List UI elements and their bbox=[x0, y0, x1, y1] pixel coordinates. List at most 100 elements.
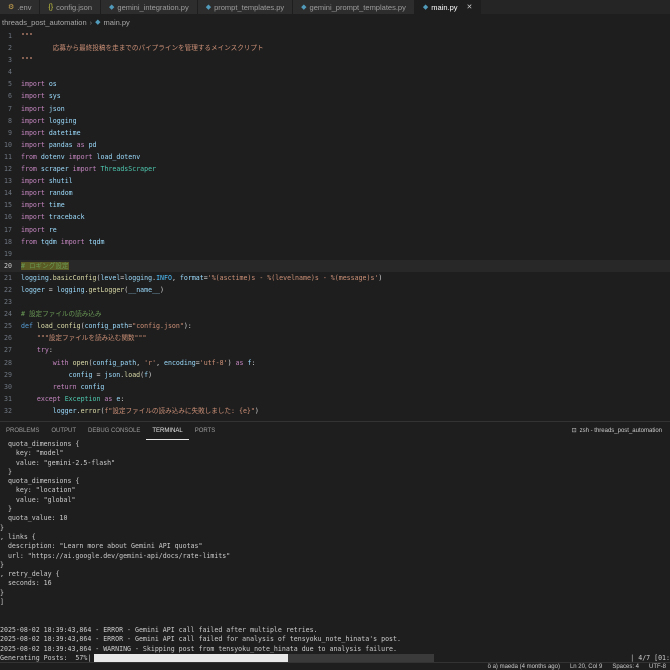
code-text: logger = logging.getLogger(__name__) bbox=[21, 285, 164, 294]
code-line[interactable]: 24 # 設定ファイルの読み込み bbox=[0, 308, 670, 320]
code-line[interactable]: 20 # ロギング設定 bbox=[0, 259, 670, 272]
code-line[interactable]: 25 def load_config(config_path="config.js… bbox=[0, 320, 670, 332]
tab-main-py[interactable]: ◆ main.py ✕ bbox=[414, 0, 482, 14]
code-text: from dotenv import load_dotenv bbox=[21, 152, 141, 161]
code-text: with open(config_path, 'r', encoding='ut… bbox=[52, 358, 256, 367]
code-text: def load_config(config_path="config.json… bbox=[21, 322, 192, 331]
code-line[interactable]: 12 from scraper import ThreadsScraper bbox=[0, 163, 670, 175]
line-number: 30 bbox=[4, 382, 12, 391]
progress-row: Generating Posts: 57%| | 4/7 [01: bbox=[0, 654, 670, 662]
terminal-output[interactable]: quota_dimensions { key: "model" value: "… bbox=[0, 440, 670, 662]
panel-tab-terminal[interactable]: TERMINAL bbox=[146, 422, 189, 440]
code-line[interactable]: 17 import re bbox=[0, 224, 670, 236]
code-line[interactable]: 7 import json bbox=[0, 103, 670, 115]
encoding-status[interactable]: UTF-8 bbox=[649, 664, 666, 670]
code-text: import traceback bbox=[21, 213, 85, 222]
panel-tab-debug-console[interactable]: DEBUG CONSOLE bbox=[82, 422, 146, 440]
code-line[interactable]: 21 logging.basicConfig(level=logging.INFO… bbox=[0, 272, 670, 284]
breadcrumb-file[interactable]: main.py bbox=[104, 18, 130, 27]
breadcrumb-folder[interactable]: threads_post_automation bbox=[2, 18, 87, 27]
code-line[interactable]: 14 import random bbox=[0, 187, 670, 199]
line-number: 32 bbox=[4, 406, 12, 415]
terminal-instance[interactable]: ⊡ zsh - threads_post_automation bbox=[572, 422, 662, 440]
code-line[interactable]: 29 config = json.load(f) bbox=[0, 369, 670, 381]
panel-tab-ports[interactable]: PORTS bbox=[189, 422, 222, 440]
progress-count: | 4/7 [01: bbox=[630, 653, 670, 662]
terminal-line: quota_dimensions { bbox=[0, 477, 80, 486]
code-line[interactable]: 22 logger = logging.getLogger(__name__) bbox=[0, 284, 670, 296]
code-line[interactable]: 13 import shutil bbox=[0, 175, 670, 187]
tab-gemini-prompt-templates-py[interactable]: ◆ gemini_prompt_templates.py bbox=[293, 0, 415, 14]
line-number: 11 bbox=[4, 152, 12, 161]
code-line[interactable]: 3 """ bbox=[0, 54, 670, 66]
code-line[interactable]: 6 import sys bbox=[0, 90, 670, 102]
code-line[interactable]: 30 return config bbox=[0, 381, 670, 393]
line-number: 27 bbox=[4, 346, 12, 355]
code-text: """設定ファイルを読み込む関数""" bbox=[36, 334, 147, 343]
code-line[interactable]: 10 import pandas as pd bbox=[0, 139, 670, 151]
tab-label: gemini_prompt_templates.py bbox=[309, 2, 406, 12]
python-icon: ◆ bbox=[301, 4, 307, 11]
progress-bar bbox=[94, 654, 435, 662]
panel-tab-bar: PROBLEMS OUTPUT DEBUG CONSOLE TERMINAL PORTS… bbox=[0, 421, 670, 440]
code-editor[interactable]: 1 """ 2 応募から最終投稿を走までのパイプラインを管理するメインスクリプト 3 "… bbox=[0, 30, 670, 420]
code-line[interactable]: 8 import logging bbox=[0, 115, 670, 127]
code-line[interactable]: 28 with open(config_path, 'r', encoding=… bbox=[0, 357, 670, 369]
terminal-line: 2025-08-02 18:39:43,864 - WARNING - Skip… bbox=[0, 644, 397, 653]
code-text: 応募から最終投稿を走までのパイプラインを管理するメインスクリプト bbox=[21, 44, 264, 53]
code-line[interactable]: 32 logger.error(f"設定ファイルの読み込みに失敗しました: {e… bbox=[0, 405, 670, 417]
code-text: # 設定ファイルの読み込み bbox=[21, 310, 102, 319]
tab--env[interactable]: ⚙ .env bbox=[0, 0, 41, 14]
git-blame-status[interactable]: ö a) maeda (4 months ago) bbox=[488, 664, 560, 670]
panel-tab-problems[interactable]: PROBLEMS bbox=[0, 422, 45, 440]
line-number: 3 bbox=[8, 56, 12, 65]
code-text: try: bbox=[36, 346, 53, 355]
tab-label: main.py bbox=[431, 2, 458, 12]
code-line[interactable]: 5 import os bbox=[0, 78, 670, 90]
code-line[interactable]: 26 """設定ファイルを読み込む関数""" bbox=[0, 332, 670, 344]
line-number: 17 bbox=[4, 225, 12, 234]
code-line[interactable]: 15 import time bbox=[0, 199, 670, 211]
code-line[interactable]: 27 try: bbox=[0, 344, 670, 356]
code-line[interactable]: 31 except Exception as e: bbox=[0, 393, 670, 405]
line-number: 22 bbox=[4, 285, 12, 294]
code-line[interactable]: 16 import traceback bbox=[0, 211, 670, 223]
cursor-position[interactable]: Ln 20, Col 9 bbox=[570, 664, 602, 670]
terminal-line: } bbox=[0, 467, 12, 476]
tab-gemini-integration-py[interactable]: ◆ gemini_integration.py bbox=[101, 0, 198, 14]
code-text: # ロギング設定 bbox=[21, 261, 69, 270]
code-text: from scraper import ThreadsScraper bbox=[21, 165, 157, 174]
terminal-line: key: "location" bbox=[0, 486, 76, 495]
chevron-right-icon: › bbox=[89, 17, 93, 27]
line-number: 14 bbox=[4, 189, 12, 198]
terminal-line: } bbox=[0, 505, 12, 514]
code-line[interactable]: 19 bbox=[0, 248, 670, 260]
tab-prompt-templates-py[interactable]: ◆ prompt_templates.py bbox=[197, 0, 294, 14]
tab-config-json[interactable]: {} config.json bbox=[40, 0, 102, 14]
code-text: config = json.load(f) bbox=[68, 370, 153, 379]
python-icon: ◆ bbox=[205, 4, 212, 11]
line-number: 25 bbox=[4, 322, 12, 331]
line-number: 24 bbox=[4, 310, 12, 319]
line-number: 19 bbox=[4, 249, 12, 258]
close-icon[interactable]: ✕ bbox=[467, 3, 473, 11]
tab-label: .env bbox=[17, 2, 32, 12]
indentation-status[interactable]: Spaces: 4 bbox=[612, 664, 639, 670]
code-text: import pandas as pd bbox=[21, 140, 97, 149]
code-line[interactable]: 4 bbox=[0, 66, 670, 78]
code-line[interactable]: 1 """ bbox=[0, 30, 670, 42]
code-line[interactable]: 11 from dotenv import load_dotenv bbox=[0, 151, 670, 163]
code-line[interactable]: 9 import datetime bbox=[0, 127, 670, 139]
code-line[interactable]: 18 from tqdm import tqdm bbox=[0, 236, 670, 248]
terminal-line: 2025-08-02 18:39:43,864 - ERROR - Gemini… bbox=[0, 635, 401, 644]
panel-tab-output[interactable]: OUTPUT bbox=[45, 422, 82, 440]
code-text: """ bbox=[21, 32, 33, 40]
python-icon: ◆ bbox=[109, 4, 115, 11]
code-line[interactable]: 2 応募から最終投稿を走までのパイプラインを管理するメインスクリプト bbox=[0, 42, 670, 54]
line-number: 16 bbox=[4, 213, 12, 222]
terminal-icon: ⊡ bbox=[571, 428, 577, 434]
code-line[interactable]: 23 bbox=[0, 296, 670, 308]
